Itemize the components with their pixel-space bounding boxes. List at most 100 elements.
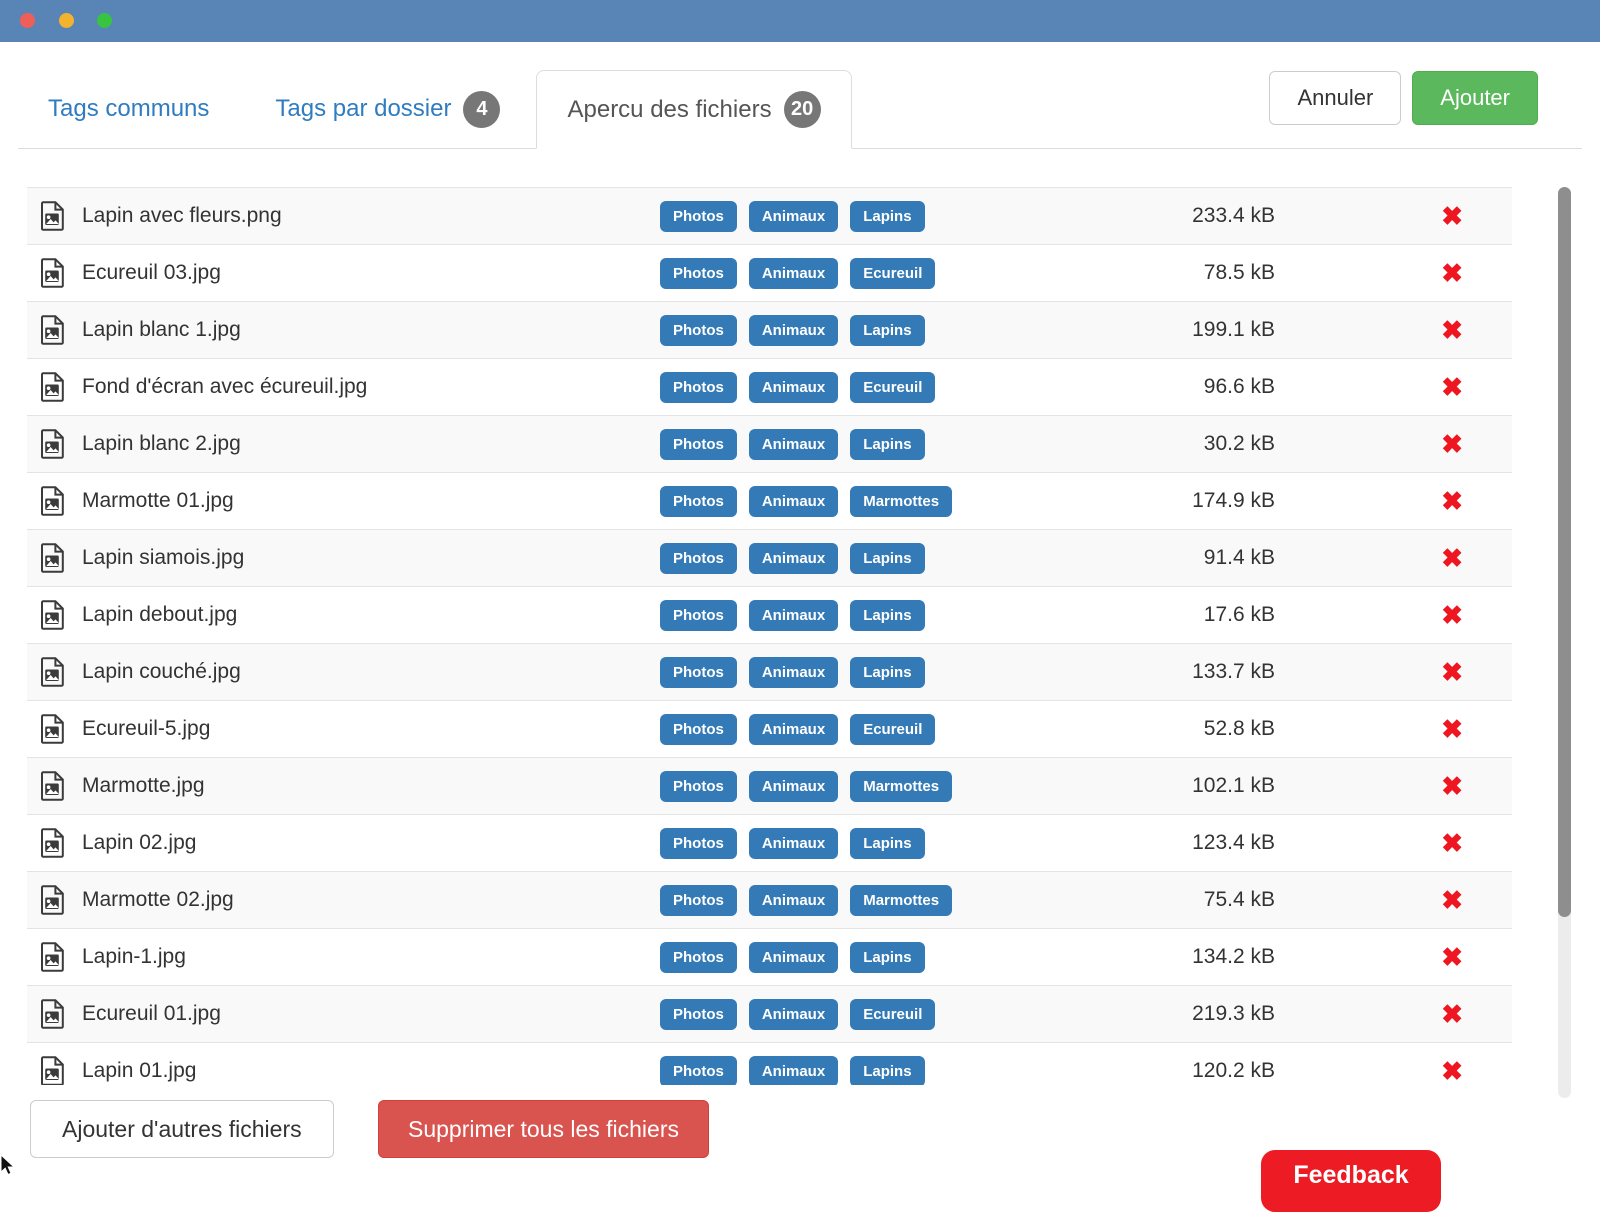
- file-name: Lapin couché.jpg: [82, 660, 241, 684]
- file-row: Lapin 02.jpg PhotosAnimauxLapins 123.4 k…: [27, 814, 1512, 871]
- file-size: 123.4 kB: [1192, 831, 1275, 855]
- tag-badge: Lapins: [850, 1056, 924, 1086]
- file-tags: PhotosAnimauxLapins: [660, 929, 937, 985]
- image-file-icon: [40, 543, 64, 573]
- image-file-icon: [40, 885, 64, 915]
- tag-badge: Photos: [660, 771, 737, 802]
- file-name: Ecureuil-5.jpg: [82, 717, 210, 741]
- tag-badge: Ecureuil: [850, 999, 935, 1030]
- remove-file-button[interactable]: ✖: [1441, 545, 1463, 571]
- remove-file-button[interactable]: ✖: [1441, 374, 1463, 400]
- minimize-button[interactable]: [59, 13, 74, 28]
- file-row: Marmotte.jpg PhotosAnimauxMarmottes 102.…: [27, 757, 1512, 814]
- add-more-files-button[interactable]: Ajouter d'autres fichiers: [30, 1100, 334, 1158]
- tag-badge: Photos: [660, 999, 737, 1030]
- image-file-icon: [40, 714, 64, 744]
- file-tags: PhotosAnimauxLapins: [660, 530, 937, 586]
- tag-badge: Animaux: [749, 201, 838, 232]
- file-tags: PhotosAnimauxMarmottes: [660, 872, 964, 928]
- remove-file-button[interactable]: ✖: [1441, 887, 1463, 913]
- tag-badge: Lapins: [850, 315, 924, 346]
- scrollbar-thumb[interactable]: [1558, 187, 1571, 917]
- remove-file-button[interactable]: ✖: [1441, 317, 1463, 343]
- tab-tags-communs[interactable]: Tags communs: [18, 70, 239, 148]
- tag-badge: Animaux: [749, 714, 838, 745]
- file-name: Marmotte 02.jpg: [82, 888, 234, 912]
- tab-apercu-des-fichiers[interactable]: Apercu des fichiers 20: [536, 70, 851, 149]
- file-tags: Photos Animaux Lapins: [660, 1043, 937, 1085]
- file-row: Ecureuil-5.jpg PhotosAnimauxEcureuil 52.…: [27, 700, 1512, 757]
- file-size: 102.1 kB: [1192, 774, 1275, 798]
- add-button[interactable]: Ajouter: [1412, 71, 1538, 125]
- file-name: Ecureuil 03.jpg: [82, 261, 221, 285]
- header-actions: Annuler Ajouter: [1269, 71, 1538, 125]
- file-size: 120.2 kB: [1192, 1059, 1275, 1083]
- file-row: Marmotte 01.jpg PhotosAnimauxMarmottes 1…: [27, 472, 1512, 529]
- file-tags: PhotosAnimauxMarmottes: [660, 473, 964, 529]
- file-tags: PhotosAnimauxMarmottes: [660, 758, 964, 814]
- tag-badge: Photos: [660, 714, 737, 745]
- file-row: Lapin couché.jpg PhotosAnimauxLapins 133…: [27, 643, 1512, 700]
- image-file-icon: [40, 600, 64, 630]
- image-file-icon: [40, 828, 64, 858]
- tab-tags-par-dossier[interactable]: Tags par dossier 4: [245, 70, 530, 148]
- remove-file-button[interactable]: ✖: [1441, 602, 1463, 628]
- file-name: Lapin-1.jpg: [82, 945, 186, 969]
- file-name: Fond d'écran avec écureuil.jpg: [82, 375, 367, 399]
- file-tags: PhotosAnimauxLapins: [660, 644, 937, 700]
- file-tags: PhotosAnimauxEcureuil: [660, 245, 947, 301]
- file-name: Marmotte.jpg: [82, 774, 205, 798]
- file-size: 17.6 kB: [1204, 603, 1275, 627]
- tag-badge: Photos: [660, 315, 737, 346]
- tag-badge: Animaux: [749, 1056, 838, 1086]
- file-size: 219.3 kB: [1192, 1002, 1275, 1026]
- image-file-icon: [40, 771, 64, 801]
- tag-badge: Animaux: [749, 258, 838, 289]
- tag-badge: Ecureuil: [850, 372, 935, 403]
- image-file-icon: [40, 258, 64, 288]
- zoom-button[interactable]: [97, 13, 112, 28]
- remove-file-button[interactable]: ✖: [1441, 1001, 1463, 1027]
- file-size: 75.4 kB: [1204, 888, 1275, 912]
- remove-file-button[interactable]: ✖: [1441, 773, 1463, 799]
- file-row: Ecureuil 03.jpg PhotosAnimauxEcureuil 78…: [27, 244, 1512, 301]
- file-row: Lapin-1.jpg PhotosAnimauxLapins 134.2 kB…: [27, 928, 1512, 985]
- remove-file-button[interactable]: ✖: [1441, 1058, 1463, 1084]
- file-name: Lapin debout.jpg: [82, 603, 237, 627]
- file-list: Lapin avec fleurs.png PhotosAnimauxLapin…: [27, 187, 1512, 1085]
- tab-count-badge: 4: [463, 91, 500, 128]
- remove-file-button[interactable]: ✖: [1441, 944, 1463, 970]
- remove-file-button[interactable]: ✖: [1441, 203, 1463, 229]
- remove-file-button[interactable]: ✖: [1441, 488, 1463, 514]
- remove-file-button[interactable]: ✖: [1441, 716, 1463, 742]
- file-row: Marmotte 02.jpg PhotosAnimauxMarmottes 7…: [27, 871, 1512, 928]
- file-row: Fond d'écran avec écureuil.jpg PhotosAni…: [27, 358, 1512, 415]
- tag-badge: Animaux: [749, 543, 838, 574]
- file-size: 30.2 kB: [1204, 432, 1275, 456]
- file-tags: PhotosAnimauxLapins: [660, 188, 937, 244]
- remove-file-button[interactable]: ✖: [1441, 260, 1463, 286]
- file-row: Lapin avec fleurs.png PhotosAnimauxLapin…: [27, 187, 1512, 244]
- cancel-button[interactable]: Annuler: [1269, 71, 1401, 125]
- remove-file-button[interactable]: ✖: [1441, 431, 1463, 457]
- remove-file-button[interactable]: ✖: [1441, 830, 1463, 856]
- tab-label: Apercu des fichiers: [567, 96, 771, 124]
- tag-badge: Photos: [660, 600, 737, 631]
- remove-file-button[interactable]: ✖: [1441, 659, 1463, 685]
- tag-badge: Photos: [660, 1056, 737, 1086]
- image-file-icon: [40, 201, 64, 231]
- file-tags: PhotosAnimauxEcureuil: [660, 701, 947, 757]
- tag-badge: Lapins: [850, 657, 924, 688]
- feedback-button[interactable]: Feedback: [1261, 1150, 1441, 1212]
- file-size: 134.2 kB: [1192, 945, 1275, 969]
- delete-all-files-button[interactable]: Supprimer tous les fichiers: [378, 1100, 709, 1158]
- tab-label: Tags communs: [48, 95, 209, 123]
- file-size: 96.6 kB: [1204, 375, 1275, 399]
- tag-badge: Lapins: [850, 429, 924, 460]
- image-file-icon: [40, 486, 64, 516]
- tag-badge: Marmottes: [850, 885, 952, 916]
- close-button[interactable]: [20, 13, 35, 28]
- file-row: Lapin blanc 2.jpg PhotosAnimauxLapins 30…: [27, 415, 1512, 472]
- file-row: Lapin debout.jpg PhotosAnimauxLapins 17.…: [27, 586, 1512, 643]
- tab-count-badge: 20: [784, 91, 821, 128]
